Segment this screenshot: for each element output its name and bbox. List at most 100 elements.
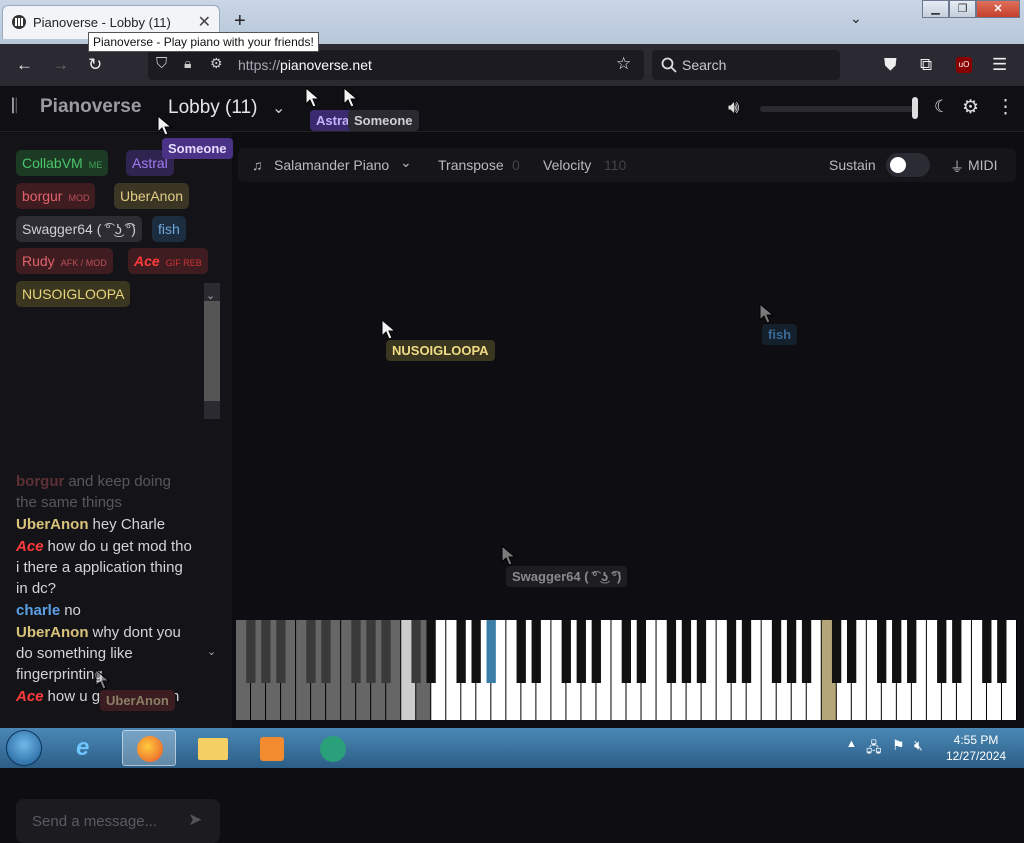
volume-icon[interactable]: 🔊︎ (728, 97, 739, 118)
ublock-icon[interactable]: uO (956, 57, 972, 73)
lock-icon[interactable]: 🔒︎ (184, 55, 191, 72)
remote-desktop-icon[interactable] (306, 730, 360, 766)
piano-black-key[interactable] (982, 620, 992, 683)
user-chip[interactable]: Rudy AFK / MOD (16, 248, 113, 274)
forward-arrow-icon[interactable]: → (52, 55, 69, 75)
piano-black-key[interactable] (666, 620, 677, 683)
piano-black-key[interactable] (997, 620, 1007, 683)
chat-input[interactable]: Send a message... ➤ (16, 799, 220, 843)
permissions-icon[interactable]: ⚙ (210, 55, 223, 72)
send-icon[interactable]: ➤ (188, 810, 202, 830)
piano-black-key[interactable] (621, 620, 631, 683)
volume-slider-handle[interactable] (912, 97, 918, 119)
flag-icon[interactable]: ⚑ (892, 737, 905, 754)
chat-message-user[interactable]: Ace (16, 538, 44, 555)
piano-black-key[interactable] (786, 620, 797, 683)
piano-black-key[interactable] (831, 620, 842, 683)
app-logo-text[interactable]: Pianoverse (40, 96, 141, 118)
start-button[interactable] (6, 730, 42, 766)
user-chip[interactable]: NUSOIGLOOPA (16, 281, 131, 307)
midi-button[interactable]: MIDI (968, 157, 998, 173)
piano-black-key[interactable] (366, 620, 376, 683)
user-chip[interactable]: Ace GIF REB (128, 248, 208, 274)
piano-black-key[interactable] (456, 620, 466, 683)
back-arrow-icon[interactable]: ← (16, 55, 33, 75)
chat-chevron-down-icon[interactable]: ⌄ (207, 645, 216, 658)
piano-black-key[interactable] (846, 620, 857, 683)
reload-icon[interactable]: ↻ (88, 55, 102, 75)
chevron-down-icon[interactable]: ⌄ (206, 289, 215, 302)
media-player-icon[interactable] (246, 730, 300, 766)
piano-black-key[interactable] (591, 620, 601, 683)
piano-black-key[interactable] (381, 620, 391, 683)
maximize-button[interactable]: ❐ (949, 0, 976, 18)
piano-black-key[interactable] (771, 620, 782, 683)
user-chip[interactable]: CollabVM ME (16, 150, 109, 176)
internet-explorer-icon[interactable]: e (62, 730, 116, 766)
piano-black-key[interactable] (952, 620, 962, 683)
network-icon[interactable]: 🖧︎ (866, 737, 882, 761)
piano-black-key[interactable] (561, 620, 571, 683)
chat-message-user[interactable]: UberAnon (16, 516, 89, 533)
hamburger-menu-icon[interactable]: ☰ (992, 55, 1007, 75)
piano-black-key[interactable] (741, 620, 752, 683)
user-chip[interactable]: fish (152, 216, 186, 242)
piano-black-key[interactable] (426, 620, 436, 683)
lobby-selector[interactable]: Lobby (11) (168, 97, 257, 119)
instrument-chevron-down-icon[interactable]: ⌄ (400, 154, 412, 171)
piano-black-key[interactable] (261, 620, 271, 683)
piano-black-key[interactable] (636, 620, 647, 683)
user-chip[interactable]: borgur MOD (16, 183, 96, 209)
piano-black-key[interactable] (907, 620, 917, 683)
piano-black-key[interactable] (516, 620, 526, 683)
bookmark-star-icon[interactable]: ☆ (616, 54, 631, 74)
instrument-selector[interactable]: Salamander Piano (274, 157, 389, 173)
piano-black-key[interactable] (576, 620, 586, 683)
url-bar[interactable]: ⛉ 🔒︎ ⚙ https://pianoverse.net ☆ (148, 50, 644, 80)
user-chip[interactable]: Swagger64 ( ͡° ͜ʖ ͡°) (16, 216, 142, 242)
list-tabs-chevron-icon[interactable]: ⌄ (850, 10, 862, 27)
piano-black-key[interactable] (696, 620, 707, 683)
user-list-scrollbar[interactable] (204, 283, 220, 419)
new-tab-button[interactable]: + (234, 10, 246, 33)
piano-black-key[interactable] (681, 620, 692, 683)
piano-black-key[interactable] (321, 620, 331, 683)
chat-message-user[interactable]: charle (16, 602, 60, 619)
pocket-icon[interactable]: ⛊ (884, 55, 897, 75)
gear-icon[interactable]: ⚙ (962, 96, 979, 119)
piano-black-key[interactable] (276, 620, 286, 683)
moon-icon[interactable]: ☾ (934, 97, 949, 117)
sustain-toggle[interactable] (886, 153, 930, 177)
volume-slider[interactable] (760, 106, 916, 112)
minimize-button[interactable]: ▁ (922, 0, 949, 18)
speaker-muted-icon[interactable]: 🔇︎ (914, 737, 923, 754)
chat-message-user[interactable]: UberAnon (16, 624, 89, 641)
chat-message-user[interactable]: Ace (16, 688, 44, 705)
tray-expand-icon[interactable]: ▲ (846, 738, 857, 750)
close-tab-icon[interactable]: ✕ (198, 12, 211, 32)
piano-black-key[interactable] (531, 620, 541, 683)
file-explorer-icon[interactable] (186, 730, 240, 766)
piano-keyboard[interactable] (236, 620, 1017, 720)
transpose-value[interactable]: 0 (512, 157, 520, 173)
piano-black-key[interactable] (471, 620, 481, 683)
velocity-value[interactable]: 110 (604, 157, 626, 173)
piano-black-key[interactable] (411, 620, 421, 683)
piano-black-key[interactable] (937, 620, 947, 683)
user-chip[interactable]: UberAnon (114, 183, 190, 209)
piano-black-key[interactable] (486, 620, 496, 683)
piano-black-key[interactable] (351, 620, 361, 683)
piano-black-key[interactable] (246, 620, 256, 683)
firefox-icon[interactable] (122, 730, 176, 766)
chat-message-user[interactable]: borgur (16, 473, 64, 490)
piano-black-key[interactable] (726, 620, 737, 683)
piano-black-key[interactable] (892, 620, 902, 683)
search-input[interactable]: Search (652, 50, 840, 80)
piano-black-key[interactable] (801, 620, 812, 683)
piano-black-key[interactable] (877, 620, 887, 683)
window-close-button[interactable]: ✕ (976, 0, 1020, 18)
piano-black-key[interactable] (306, 620, 316, 683)
lobby-chevron-down-icon[interactable]: ⌄ (272, 98, 285, 118)
taskbar-clock[interactable]: 4:55 PM 12/27/2024 (946, 732, 1006, 764)
extensions-icon[interactable]: ⧉ (920, 55, 932, 75)
